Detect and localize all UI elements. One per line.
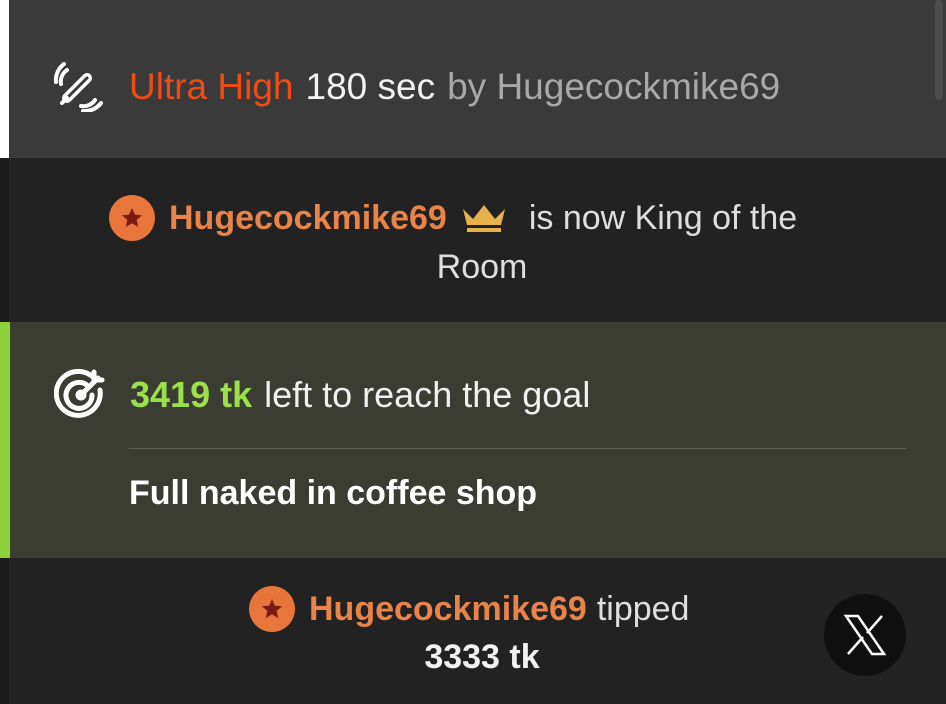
scrollbar[interactable] xyxy=(935,0,943,100)
goal-tokens-left: 3419 tk xyxy=(130,374,253,415)
tip-action: tipped xyxy=(596,589,690,628)
x-logo-icon xyxy=(843,614,887,656)
king-notification: Hugecockmike69 is now King of the Room xyxy=(0,158,946,322)
king-message: is now King of the xyxy=(528,198,798,237)
tip-amount: 3333 tk xyxy=(424,638,540,676)
vibe-by-label: by Hugecockmike69 xyxy=(447,65,781,107)
vibe-level: Ultra High xyxy=(129,65,294,107)
goal-description: Full naked in coffee shop xyxy=(129,474,538,512)
target-icon xyxy=(54,368,105,418)
tip-notification: Hugecockmike69 tipped 3333 tk xyxy=(0,558,946,704)
king-username[interactable]: Hugecockmike69 xyxy=(169,199,447,238)
x-logo-button[interactable] xyxy=(824,594,906,676)
crown-icon xyxy=(462,205,505,232)
king-message-line2: Room xyxy=(436,248,528,286)
vibe-username[interactable]: Hugecockmike69 xyxy=(496,66,780,107)
vibe-notification: Ultra High 180 sec by Hugecockmike69 xyxy=(0,0,946,158)
goal-divider xyxy=(129,448,906,449)
star-badge-icon xyxy=(109,195,155,241)
star-badge-icon xyxy=(249,586,295,632)
goal-message: left to reach the goal xyxy=(264,374,591,415)
tip-username[interactable]: Hugecockmike69 xyxy=(309,590,587,629)
vibration-icon xyxy=(53,62,103,112)
goal-notification: 3419 tk left to reach the goal Full nake… xyxy=(0,322,946,558)
vibe-duration: 180 sec xyxy=(305,65,436,107)
chat-feed: Ultra High 180 sec by Hugecockmike69 Hug… xyxy=(0,0,946,704)
